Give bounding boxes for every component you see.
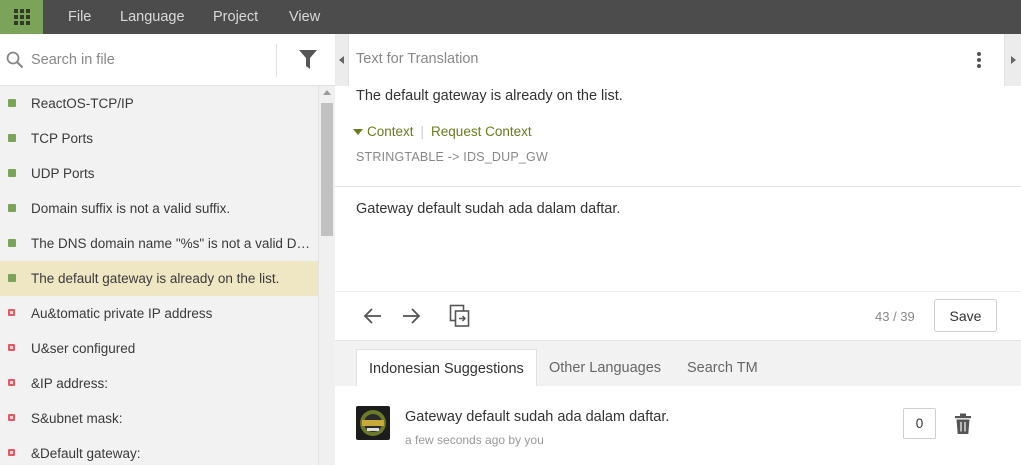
editor-panel: Text for Translation The default gateway… [335,34,1021,465]
save-button[interactable]: Save [934,299,997,332]
filter-icon [299,50,317,69]
search-icon [6,51,24,69]
search-box [0,34,335,86]
string-item[interactable]: UDP Ports [0,156,318,191]
menu-language[interactable]: Language [120,0,185,34]
context-toggle[interactable]: Context [367,124,414,139]
string-item[interactable]: S&ubnet mask: [0,401,318,436]
translated-status-icon [8,274,16,282]
arrow-left-icon[interactable] [362,305,384,327]
source-text: The default gateway is already on the li… [356,88,623,104]
avatar [356,406,390,440]
suggestion-text: Gateway default sudah ada dalam daftar. [405,409,670,425]
more-options-icon[interactable] [971,50,987,70]
search-input[interactable] [31,49,266,71]
use-count-badge[interactable]: 0 [903,408,936,439]
translation-input[interactable]: Gateway default sudah ada dalam daftar. [356,201,996,217]
menubar: File Language Project View [0,0,1021,34]
copy-source-icon[interactable] [449,304,471,328]
string-item-selected[interactable]: The default gateway is already on the li… [0,261,318,296]
string-item[interactable]: ReactOS-TCP/IP [0,86,318,121]
translated-status-icon [8,99,16,107]
string-item[interactable]: TCP Ports [0,121,318,156]
context-separator: | [420,124,425,139]
untranslated-status-icon [8,449,15,456]
trash-icon[interactable] [954,413,972,435]
tab-search-tm[interactable]: Search TM [675,349,770,387]
caret-down-icon [353,128,363,135]
untranslated-status-icon [8,309,15,316]
grid-icon [13,9,30,25]
context-row: Context | Request Context [353,124,532,139]
menu-view[interactable]: View [289,0,320,34]
untranslated-status-icon [8,414,15,421]
caret-right-icon [1010,56,1016,64]
divider [335,186,1021,187]
string-item[interactable]: Au&tomatic private IP address [0,296,318,331]
suggestion-item[interactable]: Gateway default sudah ada dalam daftar. … [335,386,1021,465]
string-label: The default gateway is already on the li… [31,271,280,286]
translated-status-icon [8,204,16,212]
string-label: TCP Ports [31,131,94,146]
string-item[interactable]: &Default gateway: [0,436,318,465]
scroll-up-arrow-icon[interactable] [323,90,331,95]
string-item[interactable]: &IP address: [0,366,318,401]
collapse-left-button[interactable] [335,34,349,86]
translated-status-icon [8,239,16,247]
string-label: UDP Ports [31,166,95,181]
apps-grid-button[interactable] [0,0,43,34]
user-avatar-icon [360,410,386,436]
suggestion-tabs: Indonesian Suggestions Other Languages S… [335,340,1021,387]
tab-indonesian-suggestions[interactable]: Indonesian Suggestions [356,349,537,387]
scroll-thumb[interactable] [321,103,333,236]
translated-status-icon [8,134,16,142]
caret-left-icon [339,56,344,64]
source-header: Text for Translation [356,51,479,67]
arrow-right-icon[interactable] [400,305,422,327]
string-item[interactable]: U&ser configured [0,331,318,366]
menu-file[interactable]: File [68,0,91,34]
context-key: STRINGTABLE -> IDS_DUP_GW [356,150,548,164]
string-list-panel: ReactOS-TCP/IP TCP Ports UDP Ports Domai… [0,34,335,465]
string-label: ReactOS-TCP/IP [31,96,134,111]
translated-status-icon [8,169,16,177]
string-item[interactable]: The DNS domain name "%s" is not a valid … [0,226,318,261]
menu-project[interactable]: Project [213,0,258,34]
string-label: U&ser configured [31,341,136,356]
suggestion-meta: a few seconds ago by you [405,433,544,447]
request-context-link[interactable]: Request Context [431,124,532,139]
char-count: 43 / 39 [875,309,915,324]
string-label: Au&tomatic private IP address [31,306,213,321]
untranslated-status-icon [8,379,15,386]
string-label: S&ubnet mask: [31,411,123,426]
tab-other-languages[interactable]: Other Languages [537,349,673,387]
search-divider [276,44,277,77]
untranslated-status-icon [8,344,15,351]
collapse-right-button[interactable] [1004,34,1021,86]
string-list: ReactOS-TCP/IP TCP Ports UDP Ports Domai… [0,86,318,465]
filter-button[interactable] [290,46,326,74]
list-scrollbar[interactable] [318,86,335,465]
string-label: The DNS domain name "%s" is not a valid … [31,236,311,251]
string-label: &Default gateway: [31,446,141,461]
string-label: Domain suffix is not a valid suffix. [31,201,231,216]
string-item[interactable]: Domain suffix is not a valid suffix. [0,191,318,226]
string-label: &IP address: [31,376,109,391]
divider [335,291,1021,292]
